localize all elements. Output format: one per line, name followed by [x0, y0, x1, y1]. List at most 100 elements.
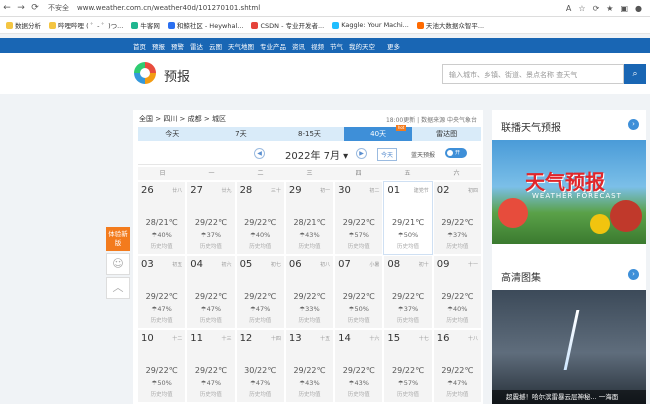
calendar-day-number: 02: [436, 185, 450, 196]
site-icon: [416, 21, 424, 29]
nav-item[interactable]: 我的天空: [349, 41, 375, 51]
weekday-label: 日: [159, 170, 166, 177]
nav-item[interactable]: 天气地图: [228, 41, 254, 51]
tab-today[interactable]: 今天: [138, 127, 207, 141]
forward-icon[interactable]: →: [14, 3, 28, 13]
nav-item[interactable]: 资讯: [292, 41, 305, 51]
font-size-icon[interactable]: A: [566, 4, 571, 13]
calendar-day-cell[interactable]: 08 初十 29/22℃ ☂37% 历史均值: [384, 256, 432, 328]
security-warning[interactable]: 不安全: [48, 3, 69, 13]
calendar-day-cell[interactable]: 09 十一 29/22℃ ☂40% 历史均值: [433, 256, 481, 328]
url-text[interactable]: www.weather.com.cn/weather40d/101270101.…: [77, 4, 260, 12]
bookmark-item[interactable]: CSDN - 专业开发者...: [251, 20, 324, 30]
nav-item[interactable]: 雷达: [190, 41, 203, 51]
tab-8-15-days[interactable]: 8-15天: [275, 127, 344, 141]
gallery-image[interactable]: 超震撼！哈尔滨雷暴云层神秘... 一海面: [492, 290, 646, 404]
city-search-input[interactable]: 输入城市、乡镇、街道、景点名称 查天气: [442, 64, 624, 84]
calendar-day-cell[interactable]: 04 初六 29/22℃ ☂47% 历史均值: [187, 256, 235, 328]
temperature-range: 29/22℃: [194, 292, 227, 301]
calendar-day-cell[interactable]: 15 十七 29/22℃ ☂57% 历史均值: [384, 330, 432, 402]
calendar-day-cell[interactable]: 28 三十 29/22℃ ☂40% 历史均值: [236, 182, 284, 254]
calendar-day-number: 16: [436, 333, 450, 344]
nav-item[interactable]: 预报: [152, 41, 165, 51]
calendar-day-cell[interactable]: 26 廿八 28/21℃ ☂40% 历史均值: [138, 182, 186, 254]
calendar-day-cell[interactable]: 30 初二 29/22℃ ☂57% 历史均值: [335, 182, 383, 254]
nav-item[interactable]: 节气: [330, 41, 343, 51]
calendar-day-cell[interactable]: 07 小暑 29/22℃ ☂50% 历史均值: [335, 256, 383, 328]
tab-7-days[interactable]: 7天: [207, 127, 276, 141]
favorites-icon[interactable]: ★: [606, 4, 613, 13]
calendar-day-number: 10: [141, 333, 154, 344]
weekday-label: 四: [355, 170, 362, 177]
lunar-date: 十三: [221, 336, 232, 342]
bookmark-item[interactable]: 牛客网: [131, 20, 160, 30]
lunar-date: 十一: [467, 262, 478, 268]
rain-probability: ☂37%: [397, 305, 419, 313]
tab-40-days[interactable]: 40天 hot: [343, 125, 413, 141]
more-arrow-icon[interactable]: ›: [628, 269, 639, 280]
bookmark-item[interactable]: 哔哩哔哩 ( ゜- ゜)つ...: [49, 20, 123, 30]
calendar-day-number: 11: [190, 333, 204, 344]
more-arrow-icon[interactable]: ›: [628, 119, 639, 130]
calendar-day-cell[interactable]: 10 十二 29/22℃ ☂50% 历史均值: [138, 330, 186, 402]
historical-average: 历史均值: [150, 392, 173, 398]
nav-item[interactable]: 首页: [133, 41, 146, 51]
nav-item[interactable]: 视频: [311, 41, 324, 51]
try-new-version-button[interactable]: 体验新版: [106, 227, 130, 251]
historical-average: 历史均值: [298, 392, 321, 398]
nav-item[interactable]: 云图: [209, 41, 222, 51]
next-month-icon[interactable]: ▶: [356, 148, 367, 159]
calendar-day-cell[interactable]: 13 十五 29/22℃ ☂43% 历史均值: [285, 330, 334, 402]
nav-item-more[interactable]: 更多: [387, 41, 400, 51]
live-forecast-title[interactable]: 联播天气预报: [501, 119, 561, 134]
historical-average: 历史均值: [446, 318, 469, 324]
favorite-star-icon[interactable]: ☆: [578, 4, 585, 13]
tab-radar[interactable]: 雷达图: [412, 127, 481, 141]
historical-average: 历史均值: [298, 318, 321, 324]
prev-month-icon[interactable]: ◀: [254, 148, 265, 159]
hd-gallery-title[interactable]: 高清图集: [501, 269, 541, 284]
calendar-day-cell[interactable]: 02 初四 29/22℃ ☂37% 历史均值: [433, 182, 481, 254]
reload-icon[interactable]: ⟳: [28, 3, 42, 13]
calendar-day-cell[interactable]: 16 十八 29/22℃ ☂47% 历史均值: [433, 330, 481, 402]
forecast-video-thumbnail[interactable]: 天气预报 WEATHER FORECAST: [492, 140, 646, 244]
nav-item[interactable]: 专业产品: [260, 41, 286, 51]
today-button[interactable]: 今天: [377, 148, 398, 161]
historical-average: 历史均值: [249, 318, 272, 324]
historical-average: 历史均值: [397, 318, 420, 324]
calendar-day-cell[interactable]: 11 十三 29/22℃ ☂47% 历史均值: [187, 330, 235, 402]
bookmark-item[interactable]: 和鲸社区 - Heywhal...: [167, 20, 243, 30]
temperature-range: 29/22℃: [145, 366, 178, 375]
refresh-icon[interactable]: ⟳: [593, 4, 600, 13]
smile-feedback-icon[interactable]: ☺: [106, 253, 130, 275]
calendar-day-cell[interactable]: 14 十六 29/22℃ ☂43% 历史均值: [335, 330, 383, 402]
profile-icon[interactable]: ●: [635, 4, 642, 13]
temperature-range: 29/22℃: [244, 218, 277, 227]
back-to-top-icon[interactable]: ︿: [106, 277, 130, 299]
bookmark-item[interactable]: Kaggle: Your Machi...: [332, 21, 409, 29]
blue-sky-toggle[interactable]: 开: [445, 148, 467, 158]
nav-item[interactable]: 预警: [171, 41, 184, 51]
back-icon[interactable]: ←: [0, 3, 14, 13]
bookmark-item[interactable]: 天池大数据众智平...: [416, 20, 484, 30]
calendar-day-number: 07: [338, 259, 351, 270]
rain-probability: ☂40%: [447, 305, 468, 313]
month-dropdown[interactable]: 2022年 7月 ▾: [285, 147, 348, 162]
calendar-day-cell[interactable]: 06 初八 29/22℃ ☂33% 历史均值: [285, 256, 334, 328]
calendar-day-cell[interactable]: 05 初七 29/22℃ ☂47% 历史均值: [236, 256, 284, 328]
calendar-day-cell[interactable]: 01 建党节 29/21℃ ☂50% 历史均值: [383, 181, 433, 255]
lunar-date: 初七: [270, 262, 281, 268]
lunar-date: 初八: [320, 262, 331, 268]
breadcrumb[interactable]: 全国 > 四川 > 成都 > 城区: [139, 114, 226, 124]
bookmark-item[interactable]: 数据分析: [6, 20, 41, 30]
lunar-date: 小暑: [369, 262, 380, 268]
search-button[interactable]: ⌕: [624, 64, 646, 84]
collections-icon[interactable]: ▣: [620, 4, 628, 13]
rain-probability: ☂37%: [200, 231, 222, 239]
calendar-day-cell[interactable]: 29 初一 28/21℃ ☂43% 历史均值: [285, 182, 334, 254]
brand-title: 预报: [164, 70, 191, 85]
calendar-day-cell[interactable]: 03 初五 29/22℃ ☂47% 历史均值: [138, 256, 186, 328]
weather-logo-icon[interactable]: [134, 62, 156, 84]
calendar-day-cell[interactable]: 12 十四 30/22℃ ☂47% 历史均值: [236, 330, 284, 402]
calendar-day-cell[interactable]: 27 廿九 29/22℃ ☂37% 历史均值: [187, 182, 235, 254]
